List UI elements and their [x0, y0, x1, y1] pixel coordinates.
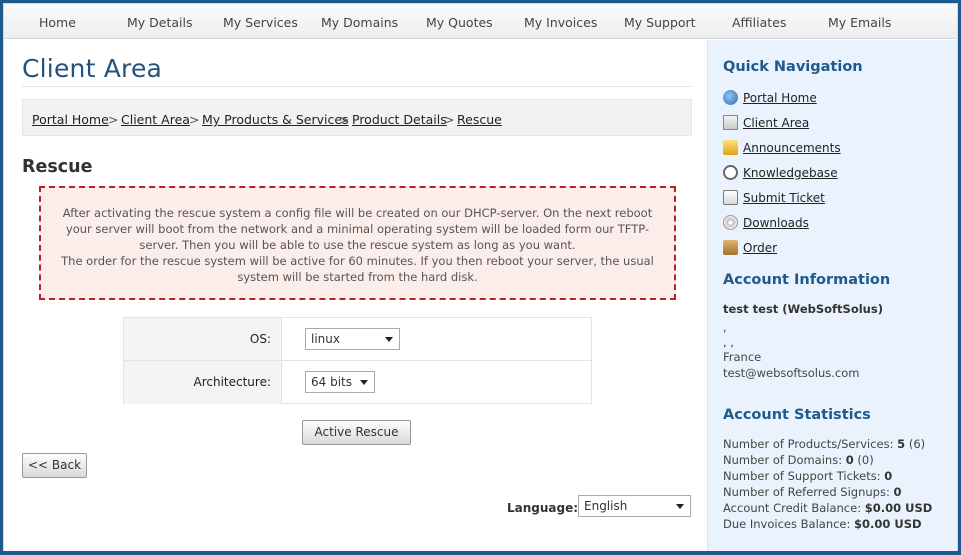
architecture-select[interactable]: 64 bits [305, 371, 375, 393]
nav-my-emails[interactable]: My Emails [828, 15, 891, 30]
sidebar-link-client-area: Client Area [723, 115, 809, 130]
language-label: Language: [507, 501, 579, 515]
main-content: Client Area Portal Home > Client Area > … [4, 40, 707, 551]
nav-affiliates[interactable]: Affiliates [732, 15, 786, 30]
ticket-icon [723, 190, 738, 205]
section-title: Rescue [22, 157, 93, 177]
account-name: test test (WebSoftSolus) [723, 302, 883, 316]
stat-referred-signups: Number of Referred Signups: 0 [723, 485, 902, 499]
os-select-value: linux [311, 332, 340, 346]
stat-domains: Number of Domains: 0 (0) [723, 453, 874, 467]
nav-my-invoices[interactable]: My Invoices [524, 15, 597, 30]
home-icon [723, 115, 738, 130]
breadcrumb-portal-home[interactable]: Portal Home [32, 112, 109, 127]
account-address-line-2: , , [723, 335, 734, 349]
sidebar-link-portal-home-label[interactable]: Portal Home [743, 91, 817, 105]
sidebar-link-downloads-label[interactable]: Downloads [743, 216, 809, 230]
stat-products-services: Number of Products/Services: 5 (6) [723, 437, 926, 451]
magnifier-icon [723, 165, 738, 180]
nav-home[interactable]: Home [39, 15, 76, 30]
account-address-line-1: , [723, 320, 727, 334]
sidebar-link-downloads: Downloads [723, 215, 809, 230]
stat-due-invoices: Due Invoices Balance: $0.00 USD [723, 517, 922, 531]
sidebar-link-client-area-label[interactable]: Client Area [743, 116, 809, 130]
sidebar-link-order: Order [723, 240, 777, 255]
breadcrumb: Portal Home > Client Area > My Products … [22, 99, 692, 136]
breadcrumb-separator: > [108, 112, 119, 127]
nav-my-support[interactable]: My Support [624, 15, 696, 30]
page-title: Client Area [22, 54, 163, 83]
sidebar-link-portal-home: Portal Home [723, 90, 817, 105]
account-information-title: Account Information [723, 272, 891, 288]
os-label: OS: [124, 318, 282, 360]
nav-my-details[interactable]: My Details [127, 15, 193, 30]
active-rescue-button[interactable]: Active Rescue [302, 420, 411, 445]
breadcrumb-product-details[interactable]: Product Details [352, 112, 447, 127]
chevron-down-icon [360, 380, 368, 385]
announcement-icon [723, 140, 738, 155]
os-row: OS: linux [124, 318, 591, 361]
nav-my-quotes[interactable]: My Quotes [426, 15, 493, 30]
nav-my-domains[interactable]: My Domains [321, 15, 398, 30]
account-statistics-title: Account Statistics [723, 407, 871, 423]
breadcrumb-client-area[interactable]: Client Area [121, 112, 190, 127]
account-country: France [723, 350, 762, 364]
stat-credit-balance: Account Credit Balance: $0.00 USD [723, 501, 933, 515]
rescue-notice: After activating the rescue system a con… [39, 186, 676, 300]
stat-support-tickets: Number of Support Tickets: 0 [723, 469, 893, 483]
box-icon [723, 240, 738, 255]
title-divider [22, 86, 692, 87]
back-button[interactable]: << Back [22, 453, 87, 478]
sidebar: Quick Navigation Portal Home Client Area… [707, 40, 957, 551]
nav-my-services[interactable]: My Services [223, 15, 298, 30]
sidebar-link-order-label[interactable]: Order [743, 241, 777, 255]
os-select[interactable]: linux [305, 328, 400, 350]
breadcrumb-separator: > [189, 112, 200, 127]
language-select[interactable]: English [578, 495, 691, 517]
breadcrumb-rescue[interactable]: Rescue [457, 112, 502, 127]
breadcrumb-separator: > [444, 112, 455, 127]
architecture-select-value: 64 bits [311, 375, 352, 389]
disc-icon [723, 215, 738, 230]
sidebar-link-submit-ticket-label[interactable]: Submit Ticket [743, 191, 825, 205]
sidebar-link-announcements: Announcements [723, 140, 841, 155]
top-navigation: Home My Details My Services My Domains M… [4, 4, 957, 39]
chevron-down-icon [676, 504, 684, 509]
rescue-form: OS: linux Architecture: 64 bits [123, 317, 592, 404]
architecture-row: Architecture: 64 bits [124, 361, 591, 404]
language-select-value: English [584, 499, 628, 513]
sidebar-link-announcements-label[interactable]: Announcements [743, 141, 841, 155]
sidebar-link-knowledgebase-label[interactable]: Knowledgebase [743, 166, 838, 180]
account-email: test@websoftsolus.com [723, 366, 860, 380]
architecture-label: Architecture: [124, 361, 282, 404]
page-frame: Home My Details My Services My Domains M… [3, 3, 958, 551]
notice-text-1: After activating the rescue system a con… [62, 206, 653, 252]
breadcrumb-products-services[interactable]: My Products & Services [202, 112, 349, 127]
sidebar-link-knowledgebase: Knowledgebase [723, 165, 838, 180]
notice-text-2: The order for the rescue system will be … [61, 254, 654, 284]
sidebar-link-submit-ticket: Submit Ticket [723, 190, 825, 205]
breadcrumb-separator: > [339, 112, 350, 127]
chevron-down-icon [385, 337, 393, 342]
quick-navigation-title: Quick Navigation [723, 59, 863, 75]
globe-icon [723, 90, 738, 105]
